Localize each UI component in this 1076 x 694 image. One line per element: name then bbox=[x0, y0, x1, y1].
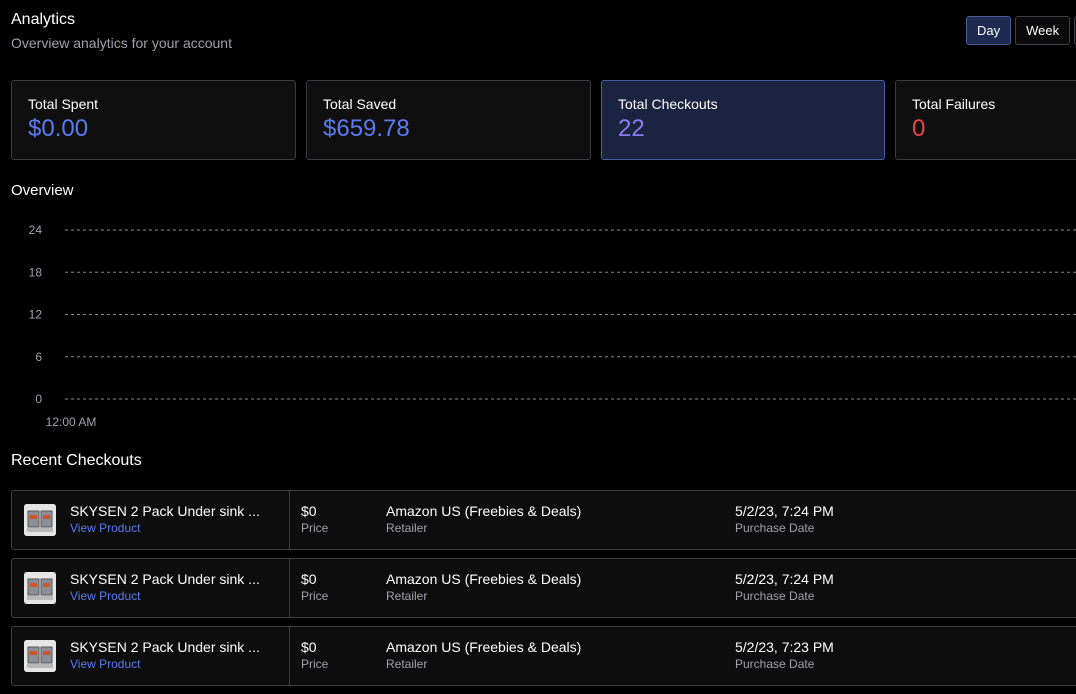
range-week-button[interactable]: Week bbox=[1015, 16, 1071, 45]
page-subtitle: Overview analytics for your account bbox=[11, 35, 232, 51]
retailer-value: Amazon US (Freebies & Deals) bbox=[386, 503, 582, 519]
view-product-link[interactable]: View Product bbox=[70, 657, 260, 671]
range-toggle: Day Week bbox=[966, 16, 1076, 45]
product-name: SKYSEN 2 Pack Under sink ... bbox=[70, 571, 260, 587]
stat-label: Total Failures bbox=[912, 96, 996, 112]
product-cell: SKYSEN 2 Pack Under sink ... View Produc… bbox=[70, 503, 260, 535]
row-divider bbox=[289, 627, 290, 685]
retailer-cell: Amazon US (Freebies & Deals) Retailer bbox=[386, 639, 581, 671]
stat-card-total-spent[interactable]: Total Spent $0.00 bbox=[11, 80, 296, 160]
stat-card-total-saved[interactable]: Total Saved $659.78 bbox=[306, 80, 591, 160]
checkout-row: SKYSEN 2 Pack Under sink ... View Produc… bbox=[11, 626, 1076, 686]
price-cell: $0 Price bbox=[301, 503, 328, 535]
overview-title: Overview bbox=[11, 182, 74, 199]
checkout-row: SKYSEN 2 Pack Under sink ... View Produc… bbox=[11, 558, 1076, 618]
analytics-page: Analytics Overview analytics for your ac… bbox=[0, 0, 1076, 694]
page-title: Analytics bbox=[11, 11, 76, 28]
row-divider bbox=[289, 559, 290, 617]
x-tick-label: 12:00 AM bbox=[46, 415, 97, 429]
purchase-date-label: Purchase Date bbox=[735, 521, 815, 535]
range-day-button[interactable]: Day bbox=[966, 16, 1012, 45]
price-value: $0 bbox=[301, 503, 317, 519]
row-divider bbox=[289, 491, 290, 549]
stat-label: Total Checkouts bbox=[618, 96, 718, 112]
product-image-icon bbox=[24, 640, 56, 672]
retailer-cell: Amazon US (Freebies & Deals) Retailer bbox=[386, 571, 581, 603]
purchase-date-value: 5/2/23, 7:24 PM bbox=[735, 571, 834, 587]
stat-label: Total Spent bbox=[28, 96, 99, 112]
product-thumbnail bbox=[24, 504, 56, 536]
product-cell: SKYSEN 2 Pack Under sink ... View Produc… bbox=[70, 639, 260, 671]
recent-checkouts-list: SKYSEN 2 Pack Under sink ... View Produc… bbox=[11, 490, 1076, 694]
y-tick-label: 12 bbox=[29, 308, 43, 322]
retailer-cell: Amazon US (Freebies & Deals) Retailer bbox=[386, 503, 581, 535]
date-cell: 5/2/23, 7:23 PM Purchase Date bbox=[735, 639, 834, 671]
stat-value: 22 bbox=[618, 115, 645, 142]
date-cell: 5/2/23, 7:24 PM Purchase Date bbox=[735, 571, 834, 603]
product-image-icon bbox=[24, 572, 56, 604]
retailer-label: Retailer bbox=[386, 521, 428, 535]
stats-row: Total Spent $0.00 Total Saved $659.78 To… bbox=[11, 80, 1076, 160]
purchase-date-value: 5/2/23, 7:23 PM bbox=[735, 639, 834, 655]
stat-value: 0 bbox=[912, 115, 926, 142]
purchase-date-label: Purchase Date bbox=[735, 589, 815, 603]
checkout-row: SKYSEN 2 Pack Under sink ... View Produc… bbox=[11, 490, 1076, 550]
price-cell: $0 Price bbox=[301, 571, 328, 603]
stat-value: $0.00 bbox=[28, 115, 89, 142]
purchase-date-label: Purchase Date bbox=[735, 657, 815, 671]
date-cell: 5/2/23, 7:24 PM Purchase Date bbox=[735, 503, 834, 535]
recent-checkouts-title: Recent Checkouts bbox=[11, 452, 142, 469]
price-cell: $0 Price bbox=[301, 639, 328, 671]
product-thumbnail bbox=[24, 640, 56, 672]
stat-value: $659.78 bbox=[323, 115, 410, 142]
view-product-link[interactable]: View Product bbox=[70, 521, 260, 535]
stat-card-total-checkouts[interactable]: Total Checkouts 22 bbox=[601, 80, 885, 160]
product-image-icon bbox=[24, 504, 56, 536]
price-value: $0 bbox=[301, 639, 317, 655]
y-tick-label: 6 bbox=[35, 350, 42, 364]
price-label: Price bbox=[301, 589, 329, 603]
retailer-label: Retailer bbox=[386, 657, 428, 671]
price-value: $0 bbox=[301, 571, 317, 587]
overview-chart: 0 6 12 18 24 12:00 AM bbox=[0, 220, 1076, 435]
price-label: Price bbox=[301, 521, 329, 535]
price-label: Price bbox=[301, 657, 329, 671]
view-product-link[interactable]: View Product bbox=[70, 589, 260, 603]
stat-label: Total Saved bbox=[323, 96, 397, 112]
product-thumbnail bbox=[24, 572, 56, 604]
retailer-value: Amazon US (Freebies & Deals) bbox=[386, 639, 582, 655]
product-cell: SKYSEN 2 Pack Under sink ... View Produc… bbox=[70, 571, 260, 603]
y-tick-label: 24 bbox=[29, 223, 43, 237]
retailer-label: Retailer bbox=[386, 589, 428, 603]
retailer-value: Amazon US (Freebies & Deals) bbox=[386, 571, 582, 587]
product-name: SKYSEN 2 Pack Under sink ... bbox=[70, 639, 260, 655]
purchase-date-value: 5/2/23, 7:24 PM bbox=[735, 503, 834, 519]
stat-card-total-failures[interactable]: Total Failures 0 bbox=[895, 80, 1076, 160]
y-tick-label: 0 bbox=[35, 392, 42, 406]
y-tick-label: 18 bbox=[29, 265, 43, 279]
product-name: SKYSEN 2 Pack Under sink ... bbox=[70, 503, 260, 519]
overview-chart-svg: 0 6 12 18 24 12:00 AM bbox=[29, 223, 1076, 429]
